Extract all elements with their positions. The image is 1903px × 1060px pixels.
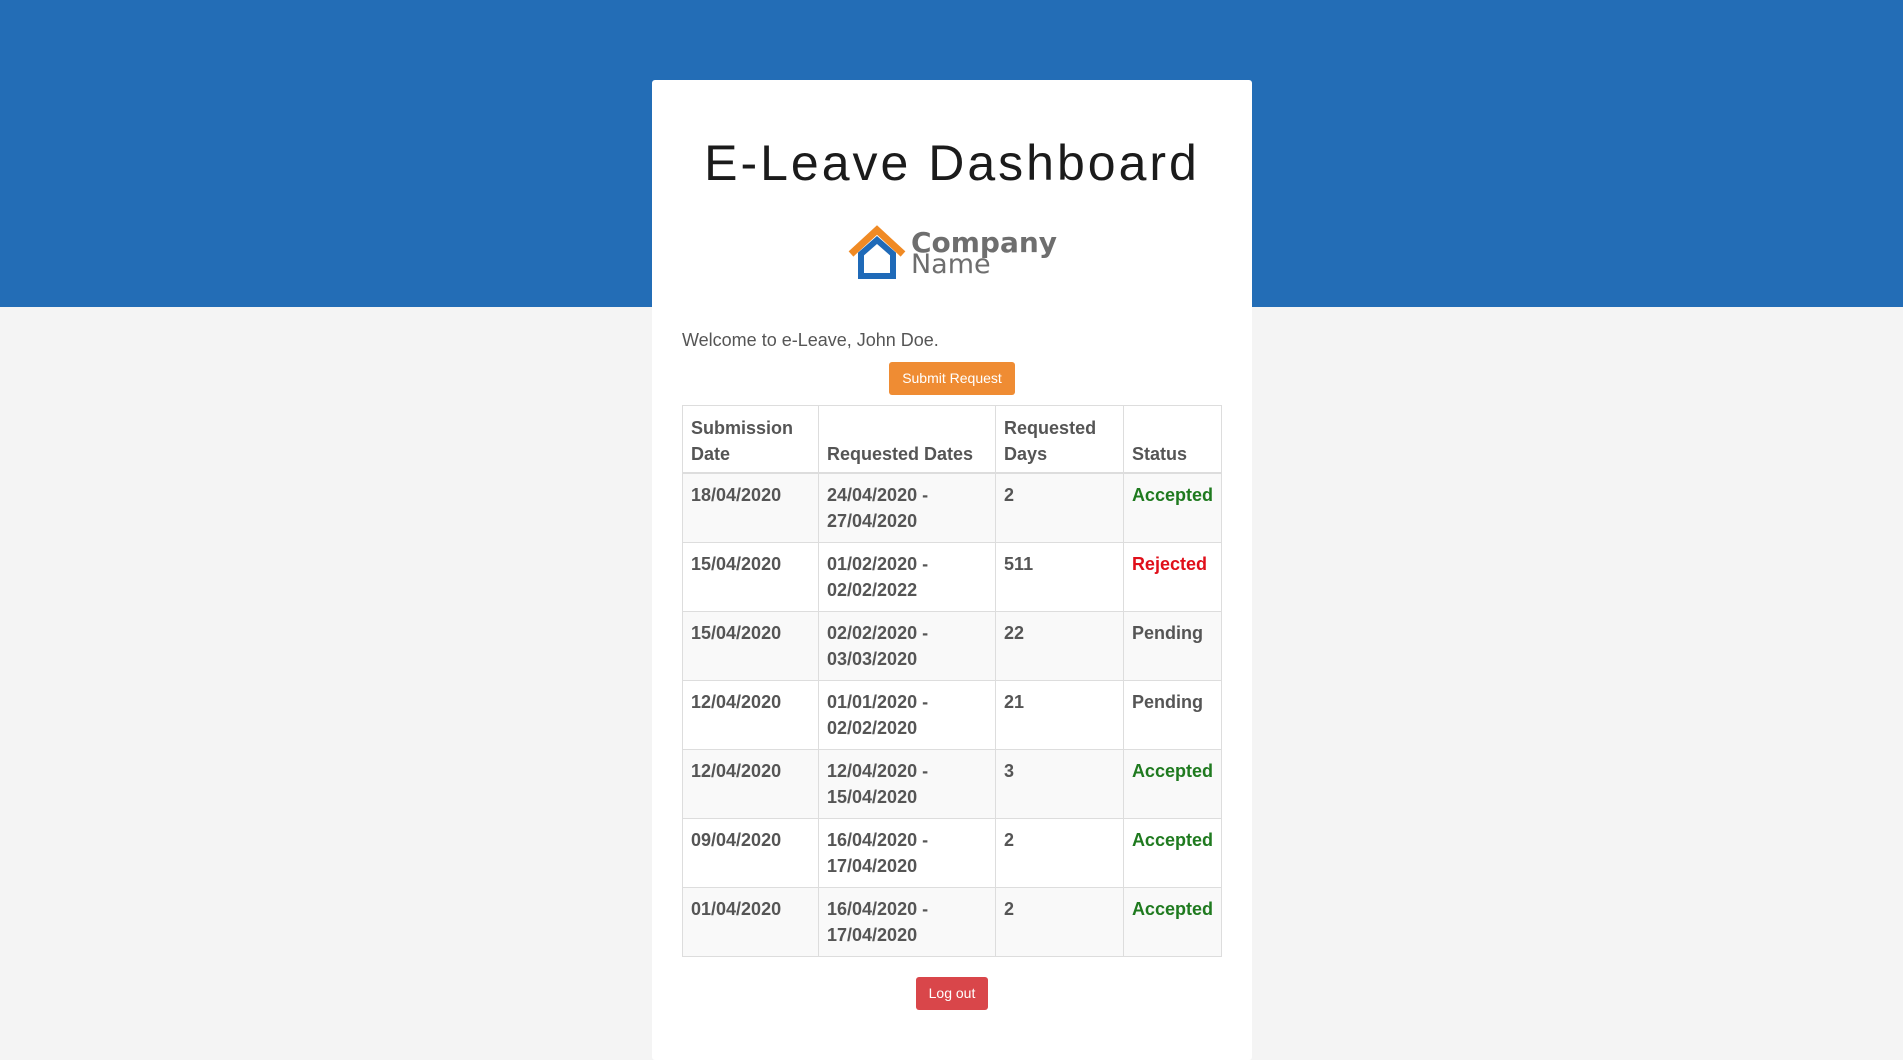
- cell-submission-date: 12/04/2020: [682, 680, 819, 750]
- cell-requested-dates: 12/04/2020 - 15/04/2020: [817, 749, 997, 819]
- header-submission-date: Submission Date: [682, 405, 819, 474]
- table-row: 12/04/2020 12/04/2020 - 15/04/2020 3 Acc…: [682, 749, 1223, 819]
- cell-requested-days: 22: [995, 611, 1124, 681]
- table-row: 09/04/2020 16/04/2020 - 17/04/2020 2 Acc…: [682, 818, 1223, 888]
- logout-button[interactable]: Log out: [915, 977, 989, 1010]
- cell-requested-dates: 01/02/2020 - 02/02/2022: [817, 542, 997, 612]
- header-requested-dates: Requested Dates: [817, 405, 997, 474]
- logout-row: Log out: [682, 977, 1222, 1010]
- table-row: 15/04/2020 02/02/2020 - 03/03/2020 22 Pe…: [682, 611, 1223, 681]
- cell-status: Accepted: [1122, 887, 1223, 957]
- header-status: Status: [1122, 405, 1223, 474]
- cell-submission-date: 15/04/2020: [682, 611, 819, 681]
- cell-requested-dates: 01/01/2020 - 02/02/2020: [817, 680, 997, 750]
- welcome-message: Welcome to e-Leave, John Doe.: [682, 330, 939, 350]
- submit-request-button[interactable]: Submit Request: [889, 362, 1015, 395]
- company-logo: Company Name: [848, 224, 1057, 282]
- logo-text: Company Name: [910, 228, 1057, 281]
- cell-submission-date: 18/04/2020: [682, 472, 819, 543]
- cell-requested-dates: 16/04/2020 - 17/04/2020: [817, 887, 997, 957]
- table-row: 18/04/2020 24/04/2020 - 27/04/2020 2 Acc…: [682, 472, 1223, 543]
- table-row: 12/04/2020 01/01/2020 - 02/02/2020 21 Pe…: [682, 680, 1223, 750]
- cell-requested-dates: 02/02/2020 - 03/03/2020: [817, 611, 997, 681]
- cell-requested-days: 2: [995, 818, 1124, 888]
- logo-line-name: Name: [910, 249, 991, 281]
- cell-requested-days: 21: [995, 680, 1124, 750]
- cell-requested-days: 2: [995, 887, 1124, 957]
- page-title: E-Leave Dashboard: [704, 135, 1200, 191]
- cell-requested-days: 3: [995, 749, 1124, 819]
- cell-requested-days: 2: [995, 472, 1124, 543]
- cell-submission-date: 15/04/2020: [682, 542, 819, 612]
- cell-requested-dates: 16/04/2020 - 17/04/2020: [817, 818, 997, 888]
- dashboard-card: E-Leave Dashboard Company Name Welcome t…: [652, 80, 1252, 1060]
- cell-submission-date: 12/04/2020: [682, 749, 819, 819]
- cell-status: Accepted: [1122, 818, 1223, 888]
- cell-submission-date: 01/04/2020: [682, 887, 819, 957]
- cell-submission-date: 09/04/2020: [682, 818, 819, 888]
- table-row: 15/04/2020 01/02/2020 - 02/02/2022 511 R…: [682, 542, 1223, 612]
- leave-requests-table: Submission Date Requested Dates Requeste…: [682, 405, 1223, 957]
- header-requested-days: Requested Days: [995, 405, 1124, 474]
- table-header-row: Submission Date Requested Dates Requeste…: [682, 405, 1223, 474]
- cell-status: Accepted: [1122, 472, 1223, 543]
- cell-status: Pending: [1122, 680, 1223, 750]
- cell-requested-dates: 24/04/2020 - 27/04/2020: [817, 472, 997, 543]
- house-logo-icon: [847, 224, 907, 285]
- cell-status: Accepted: [1122, 749, 1223, 819]
- cell-requested-days: 511: [995, 542, 1124, 612]
- table-row: 01/04/2020 16/04/2020 - 17/04/2020 2 Acc…: [682, 887, 1223, 957]
- cell-status: Pending: [1122, 611, 1223, 681]
- cell-status: Rejected: [1122, 542, 1223, 612]
- submit-row: Submit Request: [682, 362, 1222, 395]
